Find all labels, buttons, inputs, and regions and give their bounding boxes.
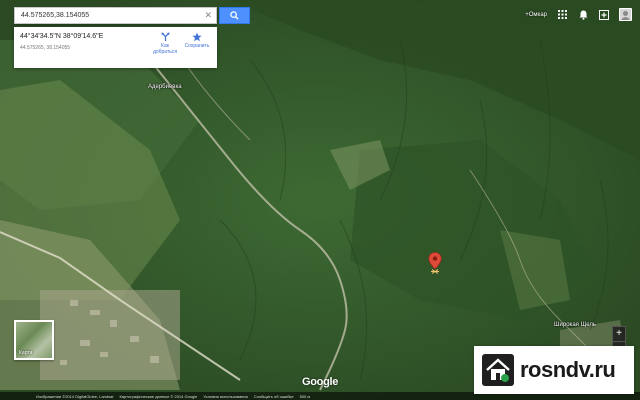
map-type-toggle[interactable]: Карта <box>14 320 54 360</box>
close-icon[interactable]: ✕ <box>204 10 212 21</box>
coordinates-dms: 44°34'34.5"N 38°09'14.6"E <box>20 33 104 40</box>
location-pin-icon[interactable] <box>428 252 442 279</box>
report-link[interactable]: Сообщить об ошибке <box>254 394 294 399</box>
search-box: ✕ <box>14 7 217 24</box>
watermark: rosndv.ru <box>474 346 634 394</box>
save-label: Сохранить <box>184 43 210 49</box>
search-button[interactable] <box>219 7 250 24</box>
star-icon <box>192 32 202 42</box>
user-link[interactable]: +Омкар <box>525 12 547 18</box>
search-input[interactable] <box>15 8 203 23</box>
directions-button[interactable]: Как добраться <box>150 32 180 55</box>
google-logo: Google <box>302 376 339 388</box>
directions-icon <box>160 32 170 42</box>
zoom-in-button[interactable]: + <box>613 327 625 341</box>
location-info-card: 44°34'34.5"N 38°09'14.6"E 44.575265, 38.… <box>14 27 217 68</box>
search-icon <box>230 11 239 20</box>
imagery-attribution: Изображения ©2014 DigitalGlobe, Landsat <box>36 393 114 399</box>
apps-grid-icon[interactable] <box>556 9 568 21</box>
share-plus-icon[interactable] <box>598 9 610 21</box>
watermark-text: rosndv.ru <box>520 357 616 382</box>
bell-icon[interactable] <box>577 9 589 21</box>
save-button[interactable]: Сохранить <box>182 32 212 49</box>
scale-label: 500 м <box>299 393 311 399</box>
terms-link[interactable]: Условия использования <box>203 394 247 399</box>
map-type-label: Карта <box>19 350 33 356</box>
place-label-shirokaya-shchel: Широкая Щель <box>554 322 596 328</box>
map-data-attribution: Картографические данные © 2014 Google <box>119 393 198 399</box>
coordinates-decimal: 44.575265, 38.154055 <box>20 45 71 51</box>
house-logo-icon <box>482 354 514 386</box>
avatar[interactable] <box>619 8 632 21</box>
place-label-village: Адербиевка <box>148 84 182 90</box>
directions-label: Как добраться <box>152 43 178 55</box>
account-bar: +Омкар <box>525 8 632 21</box>
